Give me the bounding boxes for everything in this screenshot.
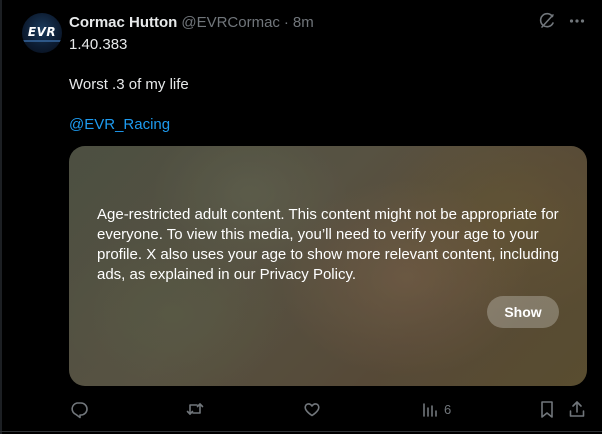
age-restricted-media: Age-restricted adult content. This conte… (69, 146, 587, 386)
more-icon[interactable] (568, 12, 586, 30)
like-icon (302, 399, 322, 419)
repost-icon (185, 399, 205, 419)
repost-button[interactable] (185, 398, 205, 420)
share-button[interactable] (567, 398, 587, 420)
share-icon (567, 399, 587, 419)
display-name[interactable]: Cormac Hutton (69, 14, 177, 31)
tweet-text-line: Worst .3 of my life (69, 76, 189, 93)
tweet-top-actions (538, 12, 586, 30)
meta-separator: · (283, 13, 289, 31)
tweet-divider (0, 431, 602, 432)
age-restriction-warning: Age-restricted adult content. This conte… (97, 206, 559, 283)
mention-link[interactable]: @EVR_Racing (69, 116, 170, 133)
tweet-header: Cormac Hutton @EVRCormac · 8m (69, 12, 314, 32)
grok-icon[interactable] (538, 12, 556, 30)
avatar-logo-underline (22, 40, 62, 42)
reply-icon (69, 399, 89, 419)
views-count: 6 (444, 401, 452, 417)
tweet-action-bar: 6 (69, 398, 589, 420)
views-icon (420, 399, 440, 419)
views-button[interactable]: 6 (420, 398, 451, 420)
bookmark-button[interactable] (537, 398, 557, 420)
tweet-text-line: 1.40.383 (69, 36, 128, 53)
user-handle[interactable]: @EVRCormac (181, 14, 280, 31)
like-button[interactable] (302, 398, 322, 420)
tweet[interactable]: EVR Cormac Hutton @EVRCormac · 8m 1.40.3… (0, 0, 602, 434)
column-divider (0, 0, 2, 434)
avatar-logo: EVR (27, 25, 57, 39)
show-media-button[interactable]: Show (487, 296, 559, 328)
bookmark-icon (537, 399, 557, 419)
reply-button[interactable] (69, 398, 89, 420)
timestamp[interactable]: 8m (293, 14, 314, 31)
avatar[interactable]: EVR (22, 13, 62, 53)
